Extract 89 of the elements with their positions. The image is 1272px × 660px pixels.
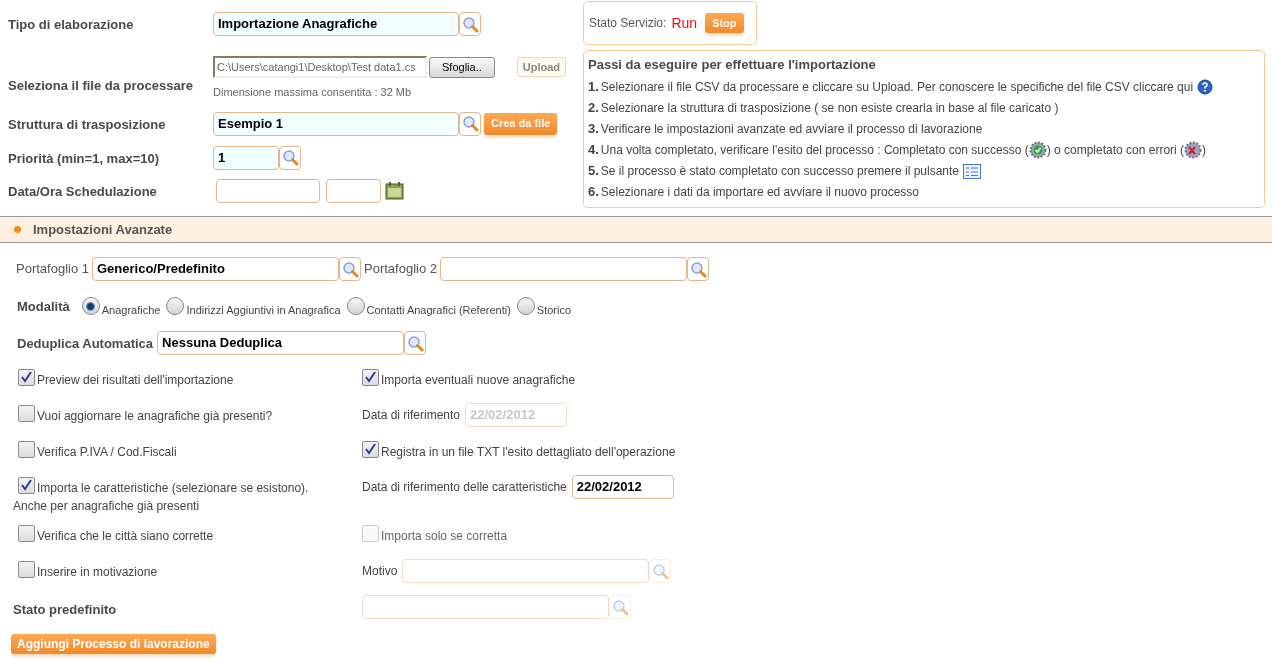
- portfolio-label: Portafoglio 1: [16, 260, 89, 279]
- checkbox-label: Preview dei risultati dell'importazione: [37, 372, 234, 389]
- step-number: 4.: [588, 141, 599, 160]
- search-icon: [461, 115, 479, 132]
- checkbox-note: Anche per anagrafiche già presenti: [13, 498, 201, 515]
- search-button[interactable]: [687, 257, 709, 281]
- field-label: Data/Ora Schedulazione: [8, 183, 157, 199]
- portfolio-label: Portafoglio 2: [364, 260, 437, 279]
- step-text: Verificare le impostazioni avanzate ed avviare il processo di lavorazione: [600, 121, 983, 138]
- radio-label: Anagrafiche: [101, 302, 161, 318]
- time-field[interactable]: [326, 178, 381, 203]
- checkbox[interactable]: [18, 477, 35, 494]
- priority-field[interactable]: 1: [213, 145, 279, 170]
- checkbox-label: Registra in un file TXT l'esito dettagliato dell'operazione: [381, 444, 676, 461]
- search-button[interactable]: [279, 145, 301, 170]
- field-label: Tipo di elaborazione: [8, 17, 134, 32]
- reason-label: Motivo: [362, 563, 398, 580]
- search-icon: [611, 598, 629, 616]
- checkbox[interactable]: [18, 561, 35, 578]
- checkbox-label: Inserire in motivazione: [37, 564, 158, 581]
- steps-title: Passi da eseguire per effettuare l'importazione: [588, 56, 877, 74]
- step-number: 3.: [588, 120, 599, 139]
- checkbox-label: Importa solo se corretta: [381, 528, 508, 545]
- file-path-field[interactable]: C:\Users\catangi1\Desktop\Test data1.cs: [213, 56, 427, 78]
- checkbox[interactable]: [18, 525, 35, 542]
- radio-button[interactable]: [346, 297, 365, 315]
- step-text: Selezionare i dati da importare ed avviare il nuovo processo: [600, 184, 920, 201]
- step-text: ) o completato con errori (: [1046, 142, 1185, 159]
- step-number: 1.: [588, 78, 599, 97]
- checkbox-label: Verifica P.IVA / Cod.Fiscali: [37, 444, 177, 461]
- search-icon: [406, 334, 424, 352]
- radio-button[interactable]: [516, 297, 535, 315]
- field-label: Modalità: [17, 299, 70, 314]
- step-number: 2.: [588, 99, 599, 118]
- checkbox[interactable]: [18, 369, 35, 386]
- radio-label: Indirizzi Aggiuntivi in Anagrafica: [186, 302, 341, 318]
- step-text: ): [1202, 142, 1207, 159]
- portfolio-field[interactable]: [440, 257, 687, 281]
- date-label: Data di riferimento: [362, 407, 461, 424]
- service-status-value: Run: [671, 13, 698, 33]
- search-icon: [341, 260, 359, 278]
- reference-date-field[interactable]: 22/02/2012: [571, 475, 674, 499]
- structure-field[interactable]: Esempio 1: [213, 111, 459, 136]
- portfolio-field[interactable]: Generico/Predefinito: [92, 257, 339, 281]
- search-button[interactable]: [339, 257, 361, 281]
- field-label: Deduplica Automatica: [17, 336, 154, 351]
- checkbox[interactable]: [362, 369, 379, 386]
- checkbox[interactable]: [18, 441, 35, 458]
- search-button[interactable]: [404, 331, 427, 355]
- checkbox-label: Vuoi aggiornare le anagrafiche già presenti?: [37, 408, 273, 425]
- search-button[interactable]: [459, 111, 481, 136]
- search-icon: [281, 149, 299, 166]
- search-button[interactable]: [459, 12, 481, 36]
- deduplication-field[interactable]: Nessuna Deduplica: [157, 331, 405, 355]
- service-status-label: Stato Servizio:: [589, 15, 667, 32]
- checkbox[interactable]: [18, 405, 35, 422]
- field-label: Priorità (min=1, max=10): [8, 150, 159, 166]
- checkbox[interactable]: [362, 441, 379, 458]
- radio-button[interactable]: [81, 297, 100, 315]
- gear-check-icon: [1028, 141, 1047, 159]
- checkbox-label: Importa eventuali nuove anagrafiche: [381, 372, 576, 389]
- field-label: Seleziona il file da processare: [8, 78, 193, 93]
- search-icon: [689, 260, 707, 278]
- section-title: Impostazioni Avanzate: [33, 220, 173, 239]
- step-text: Selezionare il file CSV da processare e cliccare su Upload. Per conoscere le specifiche del file CSV cliccare qui: [600, 79, 1194, 96]
- checkbox-label: Verifica che le città siano corrette: [37, 528, 214, 545]
- checkbox-label: Importa le caratteristiche (selezionare se esistono).: [37, 480, 309, 497]
- radio-label: Storico: [536, 302, 572, 318]
- help-icon[interactable]: [1197, 79, 1214, 95]
- date-label: Data di riferimento delle caratteristiche: [362, 479, 567, 496]
- date-field[interactable]: [216, 178, 320, 203]
- browse-button[interactable]: Sfoglia..: [429, 56, 495, 78]
- step-text: Selezionare la struttura di trasposizione ( se non esiste crearla in base al file caricato ): [600, 100, 1059, 117]
- file-size-hint: Dimensione massima consentita : 32 Mb: [213, 85, 413, 100]
- step-number: 6.: [588, 183, 599, 202]
- gear-error-icon: [1184, 141, 1203, 159]
- type-field[interactable]: Importazione Anagrafiche: [213, 12, 459, 36]
- radio-label: Contatti Anagrafici (Referenti): [366, 302, 511, 318]
- field-label: Struttura di trasposizione: [8, 116, 166, 132]
- bullet-icon: [14, 226, 21, 233]
- field-label: Stato predefinito: [13, 602, 117, 617]
- step-text: Se il processo è stato completato con successo premere il pulsante: [600, 163, 960, 180]
- step-number: 5.: [588, 162, 599, 181]
- search-icon: [651, 562, 669, 580]
- radio-button[interactable]: [166, 297, 185, 315]
- calendar-icon[interactable]: [385, 181, 404, 200]
- search-icon: [461, 15, 479, 33]
- list-icon[interactable]: [963, 163, 982, 179]
- step-text: Una volta completato, verificare l'esito del processo : Completato con successo (: [600, 142, 1029, 159]
